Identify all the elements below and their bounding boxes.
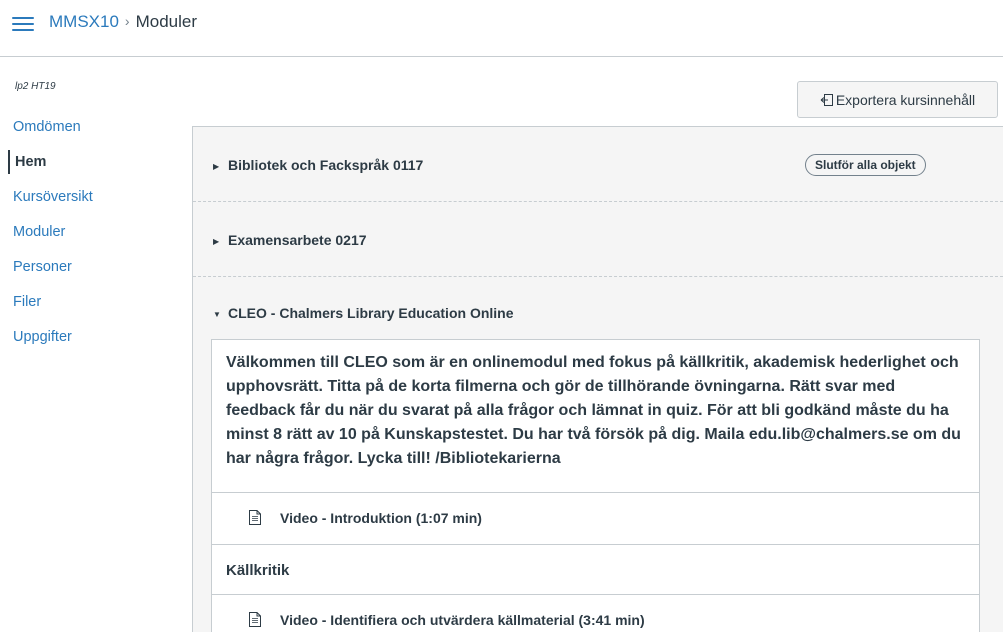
nav-item-home[interactable]: Hem <box>8 150 168 174</box>
caret-down-icon: ▼ <box>213 310 221 319</box>
module-title-text: Examensarbete 0217 <box>228 232 367 248</box>
nav-item-people[interactable]: Personer <box>8 255 168 290</box>
module-title-text: CLEO - Chalmers Library Education Online <box>228 305 514 321</box>
document-icon <box>249 510 261 525</box>
term-label: lp2 HT19 <box>15 81 56 92</box>
breadcrumb-separator: › <box>124 13 130 29</box>
module-header[interactable]: ▶ Bibliotek och Fackspråk 0117 Slutför al… <box>193 127 1003 202</box>
module-item-link[interactable]: Video - Identifiera och utvärdera källma… <box>280 612 645 628</box>
hamburger-icon[interactable] <box>12 15 34 33</box>
nav-item-files[interactable]: Filer <box>8 290 168 325</box>
document-icon <box>249 612 261 627</box>
breadcrumb-course-link[interactable]: MMSX10 <box>49 12 119 31</box>
page-header: MMSX10 › Moduler <box>0 0 1003 57</box>
course-nav: Omdömen Hem Kursöversikt Moduler Persone… <box>8 115 168 360</box>
module-title[interactable]: ▶ Bibliotek och Fackspråk 0117 <box>213 157 423 173</box>
nav-item-syllabus[interactable]: Kursöversikt <box>8 185 168 220</box>
module-item-link[interactable]: Video - Introduktion (1:07 min) <box>280 510 482 526</box>
breadcrumb: MMSX10 › Moduler <box>49 11 197 33</box>
module-title[interactable]: ▶ Examensarbete 0217 <box>213 232 367 248</box>
export-course-content-button[interactable]: Exportera kursinnehåll <box>797 81 998 118</box>
module-header[interactable]: ▶ Examensarbete 0217 <box>193 202 1003 277</box>
module-intro-text: Välkommen till CLEO som är en onlinemodu… <box>212 340 979 493</box>
requirement-badge: Slutför alla objekt <box>805 154 926 176</box>
export-button-label: Exportera kursinnehåll <box>835 91 976 108</box>
modules-list: ▶ Bibliotek och Fackspråk 0117 Slutför al… <box>192 126 1003 632</box>
module-subheader: Källkritik <box>212 545 979 595</box>
module-title[interactable]: ▼ CLEO - Chalmers Library Education Onlin… <box>213 305 514 321</box>
caret-right-icon: ▶ <box>213 162 220 171</box>
caret-right-icon: ▶ <box>213 237 220 246</box>
module-items: Välkommen till CLEO som är en onlinemodu… <box>211 339 980 632</box>
breadcrumb-current: Moduler <box>135 12 198 31</box>
nav-item-assignments[interactable]: Uppgifter <box>8 325 168 360</box>
module-item[interactable]: Video - Identifiera och utvärdera källma… <box>212 595 979 632</box>
module-header[interactable]: ▼ CLEO - Chalmers Library Education Onlin… <box>193 277 1003 340</box>
module-title-text: Bibliotek och Fackspråk 0117 <box>228 157 424 173</box>
module-item[interactable]: Video - Introduktion (1:07 min) <box>212 493 979 545</box>
export-icon <box>820 93 833 106</box>
nav-item-modules[interactable]: Moduler <box>8 220 168 255</box>
nav-item-grades[interactable]: Omdömen <box>8 115 168 150</box>
